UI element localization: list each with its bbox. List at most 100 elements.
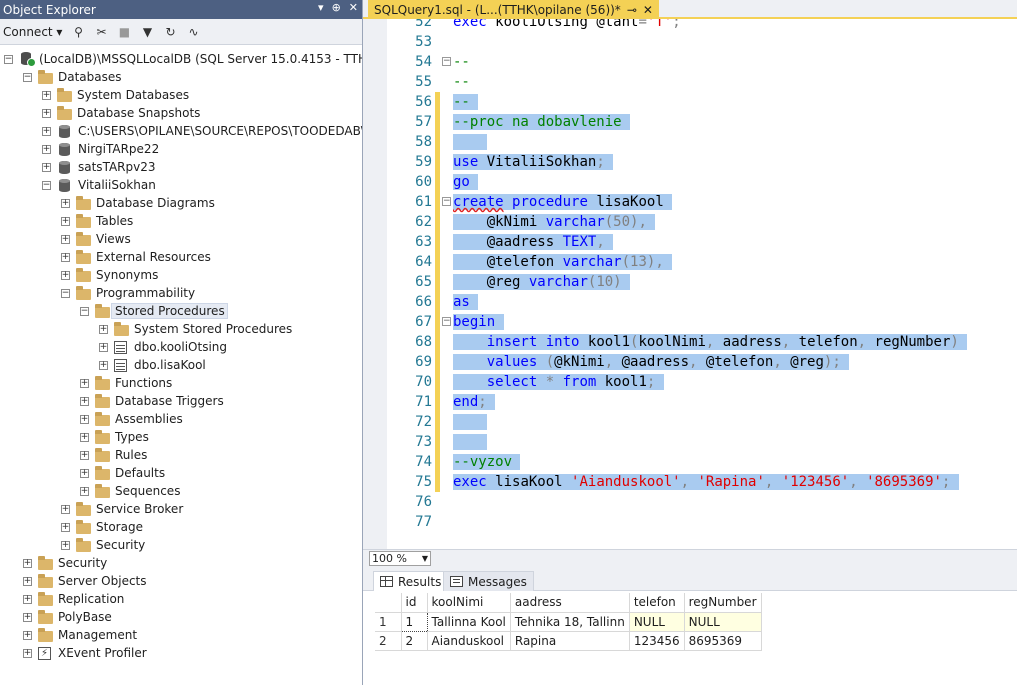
tree-node[interactable]: + dbo.lisaKool <box>0 356 208 374</box>
table-cell[interactable]: 8695369 <box>684 631 762 651</box>
tree-node[interactable]: − VitaliiSokhan <box>0 176 158 194</box>
code-line[interactable]: -- <box>453 52 470 72</box>
expand-icon[interactable]: + <box>23 594 32 604</box>
expand-icon[interactable]: + <box>23 558 32 568</box>
column-header-regnumber[interactable]: regNumber <box>684 593 762 613</box>
stop-icon[interactable]: ■ <box>117 25 131 39</box>
tree-node[interactable]: + Synonyms <box>0 266 160 284</box>
expand-icon[interactable]: + <box>80 414 89 424</box>
code-line[interactable]: go <box>453 172 479 192</box>
expand-icon[interactable]: + <box>99 342 108 352</box>
code-line[interactable]: -- <box>453 92 479 112</box>
table-cell[interactable]: Aianduskool <box>427 631 511 651</box>
tree-node[interactable]: + Storage <box>0 518 145 536</box>
fold-collapse-icon[interactable]: − <box>442 317 451 326</box>
code-line[interactable]: values (@kNimi, @aadress, @telefon, @reg… <box>453 352 850 372</box>
expand-icon[interactable]: + <box>23 648 32 658</box>
tree-node[interactable]: + External Resources <box>0 248 213 266</box>
column-header-telefon[interactable]: telefon <box>629 593 685 613</box>
table-cell[interactable]: 2 <box>401 631 428 651</box>
table-cell[interactable]: Tallinna Kool <box>427 612 511 632</box>
tree-node[interactable]: + Database Snapshots <box>0 104 202 122</box>
tree-node[interactable]: − Stored Procedures <box>0 302 228 320</box>
tree-node[interactable]: − Databases <box>0 68 124 86</box>
code-line[interactable]: @kNimi varchar(50), <box>453 212 656 232</box>
expand-icon[interactable]: + <box>80 396 89 406</box>
tree-node[interactable]: + Database Diagrams <box>0 194 217 212</box>
code-line[interactable]: end; <box>453 392 496 412</box>
expand-icon[interactable]: + <box>42 126 51 136</box>
tree-node[interactable]: + Replication <box>0 590 126 608</box>
table-cell[interactable]: 1 <box>400 611 428 632</box>
tree-node[interactable]: + Rules <box>0 446 149 464</box>
collapse-icon[interactable]: − <box>61 288 70 298</box>
dropdown-icon[interactable]: ▾ <box>318 1 324 14</box>
collapse-icon[interactable]: − <box>23 72 32 82</box>
expand-icon[interactable]: + <box>80 450 89 460</box>
tree-node[interactable]: + dbo.kooliOtsing <box>0 338 229 356</box>
expand-icon[interactable]: + <box>61 252 70 262</box>
code-line[interactable]: @aadress TEXT, <box>453 232 614 252</box>
table-cell[interactable]: NULL <box>629 612 685 632</box>
code-line[interactable]: select * from kool1; <box>453 372 664 392</box>
expand-icon[interactable]: + <box>42 108 51 118</box>
table-cell[interactable]: NULL <box>684 612 762 632</box>
expand-icon[interactable]: + <box>23 612 32 622</box>
column-header-id[interactable]: id <box>401 593 428 613</box>
expand-icon[interactable]: + <box>80 486 89 496</box>
connect-icon[interactable]: ⚲ <box>71 25 85 39</box>
tree-node[interactable]: + Tables <box>0 212 135 230</box>
tree-node[interactable]: + Defaults <box>0 464 167 482</box>
refresh-icon[interactable]: ↻ <box>163 25 177 39</box>
expand-icon[interactable]: + <box>42 90 51 100</box>
tree-node[interactable]: + Management <box>0 626 139 644</box>
row-number[interactable]: 2 <box>375 631 402 651</box>
tree-node[interactable]: + PolyBase <box>0 608 114 626</box>
expand-icon[interactable]: + <box>23 576 32 586</box>
close-tab-icon[interactable]: ✕ <box>643 3 653 17</box>
tree-node[interactable]: + Functions <box>0 374 174 392</box>
table-row[interactable]: 2 2 Aianduskool Rapina 123456 8695369 <box>375 631 762 651</box>
tree-node[interactable]: + ⚡ XEvent Profiler <box>0 644 149 662</box>
expand-icon[interactable]: + <box>61 270 70 280</box>
table-row[interactable]: 1 1 Tallinna Kool Tehnika 18, Tallinn NU… <box>375 611 762 632</box>
tree-node[interactable]: + System Databases <box>0 86 191 104</box>
expand-icon[interactable]: + <box>80 432 89 442</box>
close-icon[interactable]: ✕ <box>349 1 358 14</box>
code-line[interactable]: create procedure lisaKool <box>453 192 673 212</box>
tree-node[interactable]: + Database Triggers <box>0 392 226 410</box>
code-line[interactable] <box>453 432 487 452</box>
expand-icon[interactable]: + <box>61 234 70 244</box>
code-line[interactable]: --proc na dobavlenie <box>453 112 631 132</box>
code-line[interactable]: --vyzov <box>453 452 521 472</box>
results-grid[interactable]: id koolNimi aadress telefon regNumber 1 … <box>363 591 1017 685</box>
tree-node[interactable]: + Views <box>0 230 133 248</box>
tree-node[interactable]: + Sequences <box>0 482 182 500</box>
column-header-aadress[interactable]: aadress <box>510 593 630 613</box>
tree-node[interactable]: + Service Broker <box>0 500 185 518</box>
expand-icon[interactable]: + <box>23 630 32 640</box>
expand-icon[interactable]: + <box>61 504 70 514</box>
expand-icon[interactable]: + <box>99 324 108 334</box>
row-number[interactable]: 1 <box>375 612 402 632</box>
query-editor[interactable]: exec kooliOtsing @tant='T'; -- -- -- --proc… <box>363 19 1017 549</box>
code-line[interactable]: use VitaliiSokhan; <box>453 152 614 172</box>
connect-button[interactable]: Connect ▾ <box>3 25 62 39</box>
disconnect-icon[interactable]: ✂ <box>94 25 108 39</box>
code-line[interactable]: -- <box>453 72 470 92</box>
tree-node[interactable]: − Programmability <box>0 284 197 302</box>
expand-icon[interactable]: + <box>80 378 89 388</box>
expand-icon[interactable]: + <box>42 144 51 154</box>
expand-icon[interactable]: + <box>42 162 51 172</box>
tree-node[interactable]: + Assemblies <box>0 410 185 428</box>
tree-node[interactable]: + Security <box>0 554 109 572</box>
code-line[interactable]: @reg varchar(10) <box>453 272 631 292</box>
expand-icon[interactable]: + <box>61 216 70 226</box>
tree-node[interactable]: + NirgiTARpe22 <box>0 140 161 158</box>
collapse-icon[interactable]: − <box>4 54 13 64</box>
code-line[interactable]: begin <box>453 312 504 332</box>
tree-node[interactable]: + Security <box>0 536 147 554</box>
code-line[interactable]: exec lisaKool 'Aianduskool', 'Rapina', '… <box>453 472 959 492</box>
tree-node[interactable]: + Types <box>0 428 151 446</box>
tree-node[interactable]: − (LocalDB)\MSSQLLocalDB (SQL Server 15.0… <box>0 50 362 68</box>
